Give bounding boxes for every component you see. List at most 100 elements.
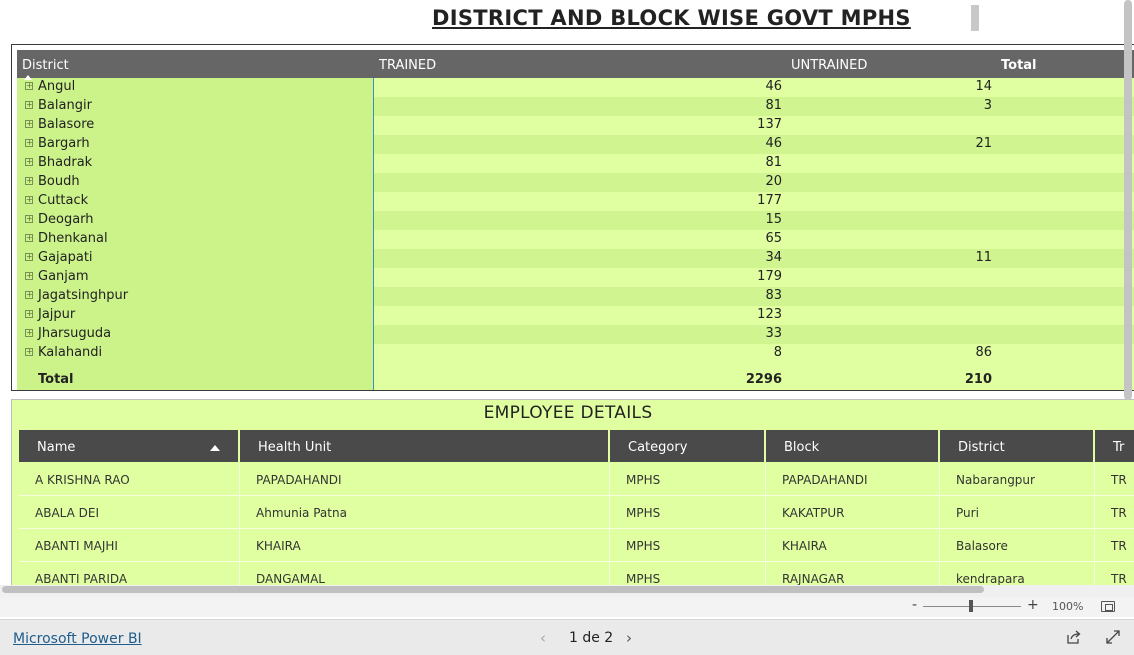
- matrix-row[interactable]: + Boudh 20: [17, 173, 1134, 192]
- employee-cell: Nabarangpur: [940, 463, 1095, 496]
- employee-cell-text: TR: [1111, 539, 1127, 553]
- employee-row[interactable]: ABANTI MAJHI KHAIRA MPHS KHAIRA Balasore TR: [19, 529, 1134, 562]
- matrix-row[interactable]: + Gajapati 34 11: [17, 249, 1134, 268]
- untrained-value: 14: [975, 79, 992, 94]
- previous-page-button[interactable]: ‹: [540, 629, 546, 647]
- employee-cell-text: MPHS: [626, 506, 661, 520]
- matrix-row[interactable]: + Cuttack 177: [17, 192, 1134, 211]
- employee-column-header[interactable]: Tr: [1095, 430, 1134, 462]
- expand-icon[interactable]: +: [25, 348, 33, 356]
- column-header-label: Tr: [1113, 440, 1125, 455]
- employee-details-title: EMPLOYEE DETAILS: [483, 403, 653, 423]
- matrix-row[interactable]: + Dhenkanal 65: [17, 230, 1134, 249]
- column-header-trained[interactable]: TRAINED: [379, 58, 436, 73]
- employee-cell-text: ABALA DEI: [35, 506, 99, 520]
- employee-cell: KHAIRA: [766, 529, 940, 562]
- district-name: Deogarh: [38, 212, 94, 227]
- matrix-row[interactable]: + Jharsuguda 33: [17, 325, 1134, 344]
- trained-value: 81: [765, 155, 782, 170]
- employee-cell: PAPADAHANDI: [766, 463, 940, 496]
- expand-icon[interactable]: +: [25, 215, 33, 223]
- employee-column-header[interactable]: Name: [19, 430, 240, 462]
- employee-cell: ABALA DEI: [19, 496, 240, 529]
- employee-cell-text: DANGAMAL: [256, 572, 325, 586]
- share-icon[interactable]: [1066, 629, 1082, 645]
- employee-cell: TR: [1095, 529, 1134, 562]
- employee-cell-text: kendrapara: [956, 572, 1025, 586]
- district-name: Angul: [38, 79, 76, 94]
- matrix-total-row: Total 2296 210: [17, 368, 1134, 390]
- matrix-row[interactable]: + Bargarh 46 21: [17, 135, 1134, 154]
- employee-cell-text: Nabarangpur: [956, 473, 1035, 487]
- expand-icon[interactable]: +: [25, 329, 33, 337]
- employee-cell-text: KHAIRA: [782, 539, 827, 553]
- matrix-row[interactable]: + Balasore 137: [17, 116, 1134, 135]
- fullscreen-icon[interactable]: [1105, 629, 1121, 645]
- district-name: Jajpur: [38, 307, 76, 322]
- zoom-in-button[interactable]: +: [1027, 597, 1039, 613]
- matrix-row[interactable]: + Jajpur 123: [17, 306, 1134, 325]
- employee-column-header[interactable]: Category: [610, 430, 766, 462]
- trained-value: 34: [765, 250, 782, 265]
- employee-cell-text: Balasore: [956, 539, 1008, 553]
- fit-to-page-icon[interactable]: [1101, 601, 1115, 612]
- total-label: Total: [38, 372, 74, 387]
- next-page-button[interactable]: ›: [626, 629, 632, 647]
- employee-cell-text: PAPADAHANDI: [782, 473, 868, 487]
- trained-value: 81: [765, 98, 782, 113]
- matrix-row[interactable]: + Angul 46 14: [17, 78, 1134, 97]
- employee-row[interactable]: A KRISHNA RAO PAPADAHANDI MPHS PAPADAHANDI N…: [19, 463, 1134, 496]
- zoom-out-button[interactable]: -: [912, 597, 917, 613]
- expand-icon[interactable]: +: [25, 234, 33, 242]
- trained-value: 123: [757, 307, 782, 322]
- expand-icon[interactable]: +: [25, 272, 33, 280]
- expand-icon[interactable]: +: [25, 196, 33, 204]
- power-bi-link[interactable]: Microsoft Power BI: [13, 631, 142, 647]
- expand-icon[interactable]: +: [25, 139, 33, 147]
- employee-cell-text: MPHS: [626, 473, 661, 487]
- district-name: Boudh: [38, 174, 80, 189]
- expand-icon[interactable]: +: [25, 177, 33, 185]
- matrix-row[interactable]: + Kalahandi 8 86: [17, 344, 1134, 363]
- matrix-row[interactable]: + Deogarh 15: [17, 211, 1134, 230]
- matrix-row[interactable]: + Ganjam 179: [17, 268, 1134, 287]
- trained-value: 137: [757, 117, 782, 132]
- employee-details-table: EMPLOYEE DETAILS Name Health Unit Category…: [11, 399, 1134, 597]
- expand-icon[interactable]: +: [25, 291, 33, 299]
- zoom-slider-thumb[interactable]: [969, 600, 973, 612]
- expand-icon[interactable]: +: [25, 310, 33, 318]
- footer-bar: Microsoft Power BI ‹ 1 de 2 ›: [0, 619, 1134, 655]
- untrained-value: 21: [975, 136, 992, 151]
- employee-cell-text: MPHS: [626, 539, 661, 553]
- untrained-value: 3: [983, 98, 992, 113]
- trained-value: 179: [757, 269, 782, 284]
- employee-cell-text: KAKATPUR: [782, 506, 845, 520]
- employee-cell: PAPADAHANDI: [240, 463, 610, 496]
- district-name: Jharsuguda: [38, 326, 112, 341]
- employee-column-header[interactable]: District: [940, 430, 1095, 462]
- untrained-value: 11: [975, 250, 992, 265]
- expand-icon[interactable]: +: [25, 158, 33, 166]
- column-header-label: Block: [784, 440, 820, 455]
- sort-ascending-icon[interactable]: [210, 445, 220, 451]
- matrix-row[interactable]: + Jagatsinghpur 83: [17, 287, 1134, 306]
- employee-cell: Ahmunia Patna: [240, 496, 610, 529]
- horizontal-scrollbar[interactable]: [2, 586, 984, 593]
- expand-icon[interactable]: +: [25, 253, 33, 261]
- column-header-untrained[interactable]: UNTRAINED: [791, 58, 867, 73]
- expand-icon[interactable]: +: [25, 101, 33, 109]
- vertical-scrollbar[interactable]: [1124, 0, 1132, 400]
- employee-column-header[interactable]: Block: [766, 430, 940, 462]
- employee-cell: KAKATPUR: [766, 496, 940, 529]
- district-name: Bhadrak: [38, 155, 93, 170]
- expand-icon[interactable]: +: [25, 82, 33, 90]
- employee-row[interactable]: ABALA DEI Ahmunia Patna MPHS KAKATPUR Puri TR: [19, 496, 1134, 529]
- employee-column-header[interactable]: Health Unit: [240, 430, 610, 462]
- column-header-district[interactable]: District: [22, 58, 69, 73]
- column-header-total[interactable]: Total: [1001, 58, 1037, 73]
- expand-icon[interactable]: +: [25, 120, 33, 128]
- employee-cell: MPHS: [610, 496, 766, 529]
- district-name: Dhenkanal: [38, 231, 108, 246]
- matrix-row[interactable]: + Balangir 81 3: [17, 97, 1134, 116]
- matrix-row[interactable]: + Bhadrak 81: [17, 154, 1134, 173]
